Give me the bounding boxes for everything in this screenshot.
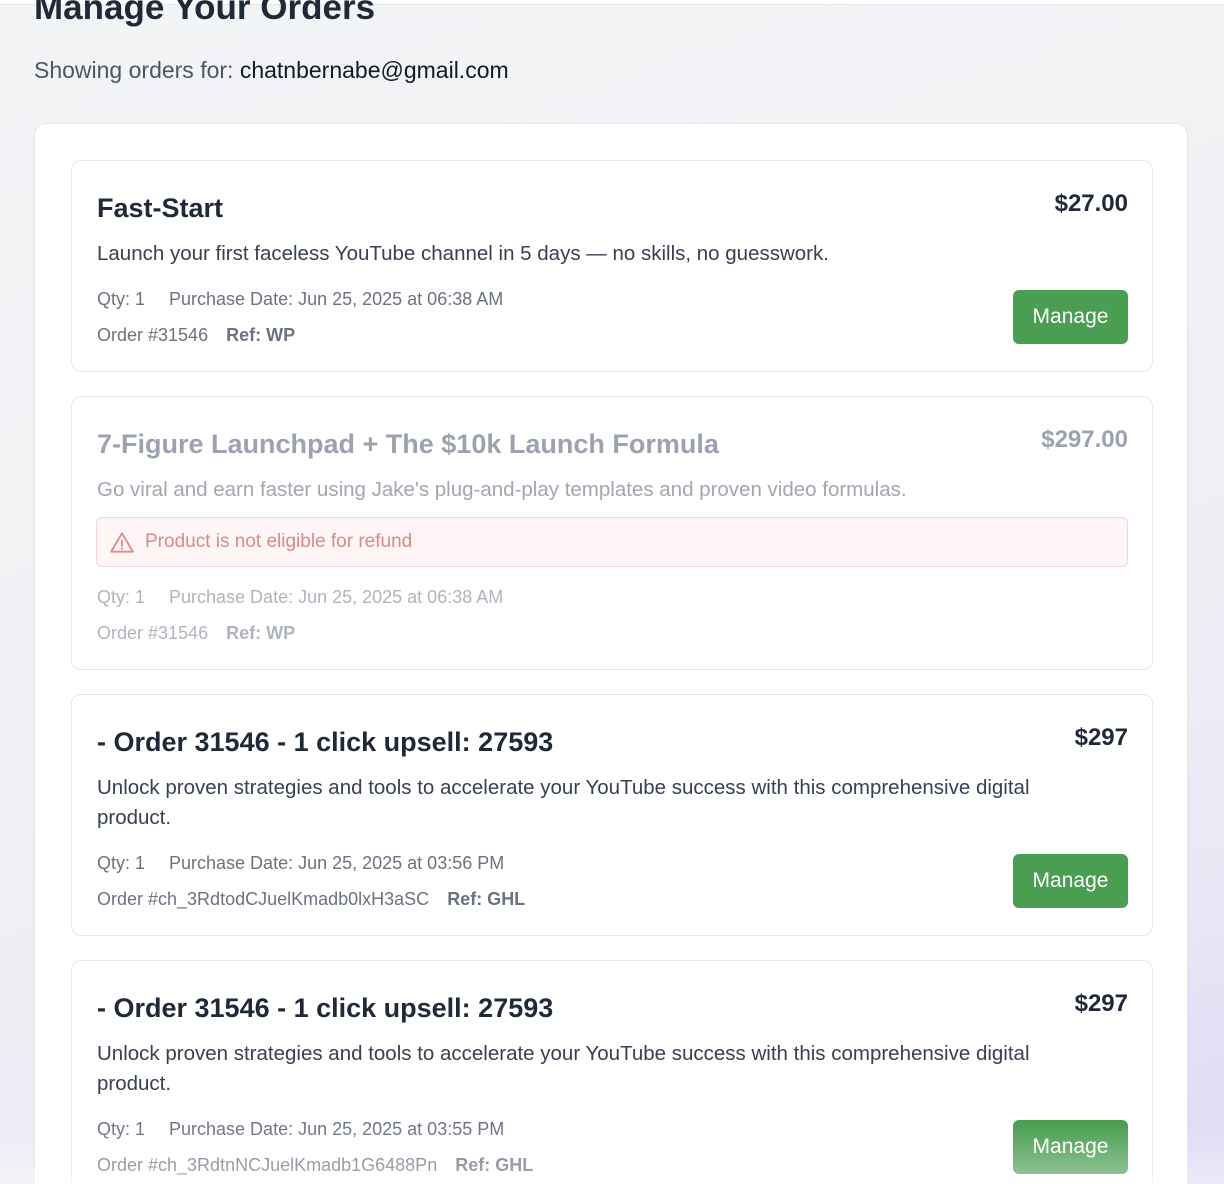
refund-ineligible-notice: Product is not eligible for refund (96, 517, 1128, 567)
page-title: Manage Your Orders (34, 0, 376, 27)
order-description: Launch your first faceless YouTube chann… (97, 242, 829, 265)
order-ref: Ref: WP (226, 325, 296, 345)
manage-button[interactable]: Manage (1013, 1120, 1128, 1174)
manage-button[interactable]: Manage (1013, 290, 1128, 344)
manage-button[interactable]: Manage (1013, 854, 1128, 908)
customer-email: chatnbernabe@gmail.com (239, 57, 509, 83)
order-meta-line: Qty: 1 Purchase Date: Jun 25, 2025 at 03:… (97, 1117, 504, 1141)
order-qty: Qty: 1 (97, 1119, 146, 1139)
order-ref-line: Order #31546 Ref: WP (97, 323, 295, 347)
order-description: Go viral and earn faster using Jake's pl… (97, 478, 907, 501)
order-ref: Ref: GHL (447, 889, 526, 909)
order-price: $297 (1074, 990, 1128, 1017)
order-card: - Order 31546 - 1 click upsell: 27593 $2… (71, 960, 1153, 1184)
order-qty: Qty: 1 (97, 853, 146, 873)
order-card: - Order 31546 - 1 click upsell: 27593 $2… (71, 694, 1153, 936)
order-ref-line: Order #ch_3RdtodCJuelKmadb0lxH3aSC Ref: G… (97, 887, 525, 911)
refund-notice-text: Product is not eligible for refund (145, 531, 413, 552)
order-ref: Ref: GHL (455, 1155, 534, 1175)
order-price: $297 (1074, 724, 1128, 751)
order-meta-line: Qty: 1 Purchase Date: Jun 25, 2025 at 06:… (97, 585, 503, 609)
order-purchase-date: Purchase Date: Jun 25, 2025 at 03:55 PM (169, 1119, 505, 1139)
order-qty: Qty: 1 (97, 289, 146, 309)
order-card-not-eligible: 7-Figure Launchpad + The $10k Launch For… (71, 396, 1153, 670)
order-meta-line: Qty: 1 Purchase Date: Jun 25, 2025 at 03:… (97, 851, 504, 875)
order-title: - Order 31546 - 1 click upsell: 27593 (97, 993, 554, 1023)
orders-panel: Fast-Start $27.00 Launch your first face… (34, 123, 1188, 1184)
subtitle-prefix: Showing orders for: (34, 57, 234, 83)
order-ref-line: Order #ch_3RdtnNCJuelKmadb1G6488Pn Ref: G… (97, 1153, 533, 1177)
order-title: Fast-Start (97, 193, 224, 223)
page-subtitle: Showing orders for: chatnbernabe@gmail.c… (34, 56, 509, 84)
order-description: Unlock proven strategies and tools to ac… (97, 1042, 1030, 1095)
order-price: $297.00 (1041, 426, 1128, 453)
order-number: Order #31546 (97, 325, 209, 345)
order-title: - Order 31546 - 1 click upsell: 27593 (97, 727, 554, 757)
warning-triangle-icon (110, 532, 134, 553)
order-meta-line: Qty: 1 Purchase Date: Jun 25, 2025 at 06:… (97, 287, 503, 311)
order-purchase-date: Purchase Date: Jun 25, 2025 at 03:56 PM (169, 853, 505, 873)
order-card: Fast-Start $27.00 Launch your first face… (71, 160, 1153, 372)
order-purchase-date: Purchase Date: Jun 25, 2025 at 06:38 AM (169, 587, 504, 607)
order-number: Order #31546 (97, 623, 209, 643)
order-ref-line: Order #31546 Ref: WP (97, 621, 295, 645)
order-qty: Qty: 1 (97, 587, 146, 607)
order-price: $27.00 (1054, 190, 1128, 217)
order-ref: Ref: WP (226, 623, 296, 643)
order-title: 7-Figure Launchpad + The $10k Launch For… (97, 429, 719, 459)
order-number: Order #ch_3RdtodCJuelKmadb0lxH3aSC (97, 889, 430, 909)
order-description: Unlock proven strategies and tools to ac… (97, 776, 1030, 829)
order-purchase-date: Purchase Date: Jun 25, 2025 at 06:38 AM (169, 289, 504, 309)
order-number: Order #ch_3RdtnNCJuelKmadb1G6488Pn (97, 1155, 438, 1175)
